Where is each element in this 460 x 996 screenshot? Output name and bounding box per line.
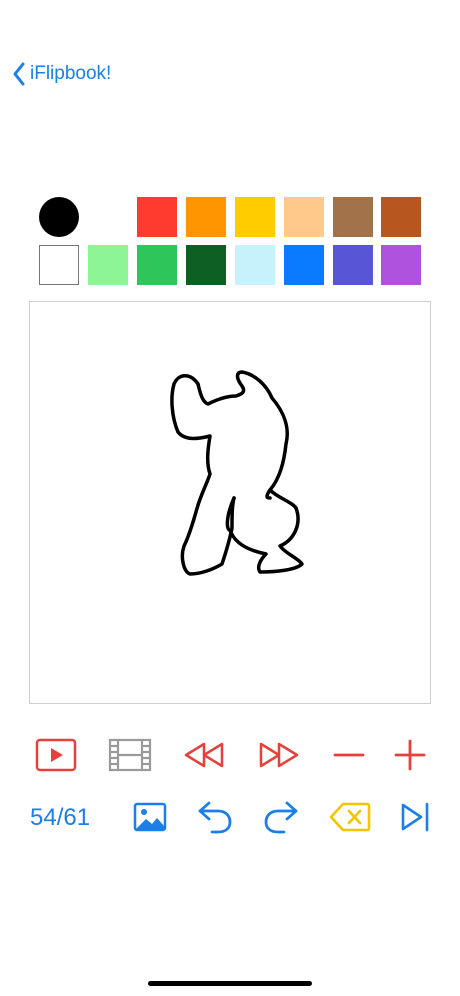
filmstrip-button[interactable] bbox=[108, 738, 152, 772]
color-swatch-light-green[interactable] bbox=[88, 245, 128, 285]
color-swatch-tan[interactable] bbox=[333, 197, 373, 237]
remove-frame-button[interactable] bbox=[333, 742, 365, 768]
image-icon bbox=[133, 802, 167, 832]
play-button[interactable] bbox=[35, 738, 77, 772]
color-swatch-rust[interactable] bbox=[381, 197, 421, 237]
color-swatch-purple[interactable] bbox=[381, 245, 421, 285]
color-swatch-white[interactable] bbox=[39, 245, 79, 285]
fast-forward-button[interactable] bbox=[257, 740, 301, 770]
color-swatch-blue[interactable] bbox=[284, 245, 324, 285]
add-frame-button[interactable] bbox=[394, 739, 426, 771]
chevron-left-icon bbox=[13, 62, 25, 86]
rewind-button[interactable] bbox=[182, 740, 226, 770]
undo-button[interactable] bbox=[196, 799, 234, 835]
color-swatch-red[interactable] bbox=[137, 197, 177, 237]
delete-frame-button[interactable] bbox=[329, 801, 371, 833]
selected-color-indicator bbox=[39, 197, 79, 237]
back-button-label: iFlipbook! bbox=[30, 63, 112, 84]
redo-button[interactable] bbox=[262, 799, 300, 835]
frame-counter: 54/61 bbox=[30, 804, 91, 831]
minus-icon bbox=[333, 753, 365, 757]
home-indicator[interactable] bbox=[148, 981, 312, 986]
back-button[interactable]: iFlipbook! bbox=[12, 60, 111, 88]
last-frame-button[interactable] bbox=[399, 801, 431, 833]
drawing-canvas[interactable] bbox=[29, 301, 431, 704]
filmstrip-icon bbox=[108, 738, 152, 772]
sketch-drawing bbox=[170, 370, 304, 576]
color-swatch-indigo[interactable] bbox=[333, 245, 373, 285]
plus-icon bbox=[394, 739, 426, 771]
play-icon bbox=[35, 738, 77, 772]
undo-icon bbox=[198, 801, 232, 834]
image-button[interactable] bbox=[133, 802, 167, 832]
color-swatch-light-cyan[interactable] bbox=[235, 245, 275, 285]
last-frame-icon bbox=[401, 802, 429, 832]
color-swatch-green[interactable] bbox=[137, 245, 177, 285]
delete-icon bbox=[329, 802, 371, 832]
redo-icon bbox=[264, 801, 298, 834]
fast-forward-icon bbox=[259, 742, 299, 768]
color-swatch-dark-green[interactable] bbox=[186, 245, 226, 285]
color-swatch-peach[interactable] bbox=[284, 197, 324, 237]
color-swatch-orange[interactable] bbox=[186, 197, 226, 237]
rewind-icon bbox=[184, 742, 224, 768]
color-swatch-yellow[interactable] bbox=[235, 197, 275, 237]
